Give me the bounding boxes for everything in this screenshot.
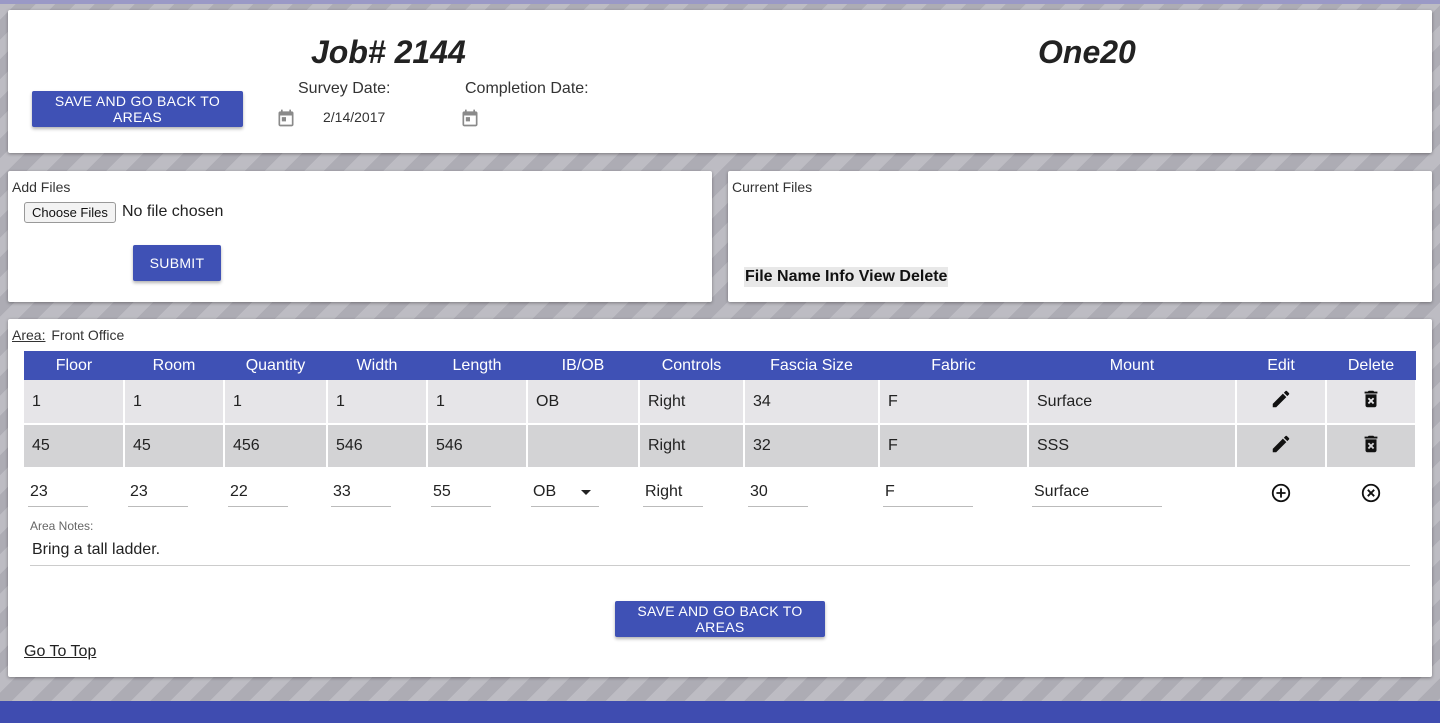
controls-input[interactable]: Right [643, 479, 703, 507]
completion-calendar-icon[interactable] [460, 108, 480, 128]
area-items-table: Floor Room Quantity Width Length IB/OB C… [24, 351, 1417, 516]
col-quantity: Quantity [224, 351, 327, 380]
fabric-input[interactable]: F [883, 479, 973, 507]
cell-mount: SSS [1028, 424, 1237, 469]
cell-room: 45 [124, 424, 225, 469]
ibob-select[interactable]: OB [531, 479, 599, 507]
cell-ibob: OB [527, 380, 640, 425]
cell-quantity: 1 [224, 380, 328, 425]
area-name: Front Office [51, 327, 125, 343]
cell-edit [1236, 380, 1327, 425]
cell-controls: Right [639, 424, 745, 469]
job-header-card: Job# 2144 One20 SAVE AND GO BACK TO AREA… [8, 10, 1432, 153]
cell-fabric: F [879, 424, 1029, 469]
area-label: Area: [12, 327, 46, 343]
area-heading: Area: Front Office [12, 327, 124, 343]
submit-button[interactable]: SUBMIT [133, 245, 221, 281]
pencil-icon[interactable] [1270, 433, 1292, 455]
col-length: Length [427, 351, 527, 380]
job-title: Job# 2144 [311, 34, 466, 70]
col-floor: Floor [24, 351, 124, 380]
add-circle-icon[interactable] [1270, 482, 1292, 504]
cell-edit [1236, 424, 1327, 469]
table-row: 45 45 456 546 546 Right 32 F SSS [24, 424, 1417, 469]
cell-fascia-size: 34 [744, 380, 880, 425]
save-back-button-top[interactable]: SAVE AND GO BACK TO AREAS [32, 91, 243, 127]
cell-controls: Right [639, 380, 745, 425]
area-notes-label: Area Notes: [30, 519, 94, 533]
current-files-title: Current Files [732, 179, 813, 195]
col-edit: Edit [1236, 351, 1326, 380]
cell-delete [1326, 380, 1417, 425]
go-to-top-link[interactable]: Go To Top [24, 643, 96, 661]
col-fascia-size: Fascia Size [744, 351, 879, 380]
no-file-text: No file chosen [122, 203, 224, 220]
col-controls: Controls [639, 351, 744, 380]
col-fabric: Fabric [879, 351, 1028, 380]
cell-ibob [527, 424, 640, 469]
save-back-button-bottom[interactable]: SAVE AND GO BACK TO AREAS [615, 601, 825, 637]
cancel-circle-icon[interactable] [1360, 482, 1382, 504]
cell-room: 1 [124, 380, 225, 425]
col-ibob: IB/OB [527, 351, 639, 380]
cell-delete [1326, 424, 1417, 469]
survey-calendar-icon[interactable] [276, 108, 296, 128]
cell-width: 1 [327, 380, 428, 425]
choose-files-button[interactable]: Choose Files [24, 202, 116, 223]
cell-floor: 1 [24, 380, 125, 425]
add-files-title: Add Files [12, 179, 71, 195]
survey-date-value[interactable]: 2/14/2017 [323, 109, 385, 125]
floor-input[interactable]: 23 [28, 479, 88, 507]
trash-icon[interactable] [1360, 433, 1382, 455]
top-strip [0, 0, 1440, 4]
area-notes-field[interactable]: Bring a tall ladder. [30, 540, 1410, 566]
survey-date-label: Survey Date: [298, 80, 391, 97]
table-header-row: Floor Room Quantity Width Length IB/OB C… [24, 351, 1416, 380]
current-files-header: File Name Info View Delete [744, 267, 949, 287]
trash-icon[interactable] [1360, 388, 1382, 410]
room-input[interactable]: 23 [128, 479, 188, 507]
length-input[interactable]: 55 [431, 479, 491, 507]
col-width: Width [327, 351, 427, 380]
col-delete: Delete [1326, 351, 1416, 380]
add-files-card: Add Files Choose Files No file chosen SU… [8, 171, 712, 302]
cell-length: 1 [427, 380, 528, 425]
cell-floor: 45 [24, 424, 125, 469]
col-mount: Mount [1028, 351, 1236, 380]
table-row: 1 1 1 1 1 OB Right 34 F Surface [24, 380, 1417, 425]
ibob-select-value: OB [533, 482, 557, 500]
cell-fascia-size: 32 [744, 424, 880, 469]
cell-mount: Surface [1028, 380, 1237, 425]
pencil-icon[interactable] [1270, 388, 1292, 410]
cell-length: 546 [427, 424, 528, 469]
quantity-input[interactable]: 22 [228, 479, 288, 507]
mount-input[interactable]: Surface [1032, 479, 1162, 507]
cell-quantity: 456 [224, 424, 328, 469]
cell-width: 546 [327, 424, 428, 469]
current-files-card: Current Files File Name Info View Delete [728, 171, 1432, 302]
footer-bar [0, 701, 1440, 723]
new-item-row: 23 23 22 33 55 OB Right 30 F Surface [24, 468, 1416, 516]
cell-fabric: F [879, 380, 1029, 425]
company-name: One20 [1038, 34, 1136, 70]
dropdown-arrow-icon [581, 489, 591, 495]
fascia-size-input[interactable]: 30 [748, 479, 808, 507]
col-room: Room [124, 351, 224, 380]
width-input[interactable]: 33 [331, 479, 391, 507]
completion-date-label: Completion Date: [465, 80, 589, 97]
